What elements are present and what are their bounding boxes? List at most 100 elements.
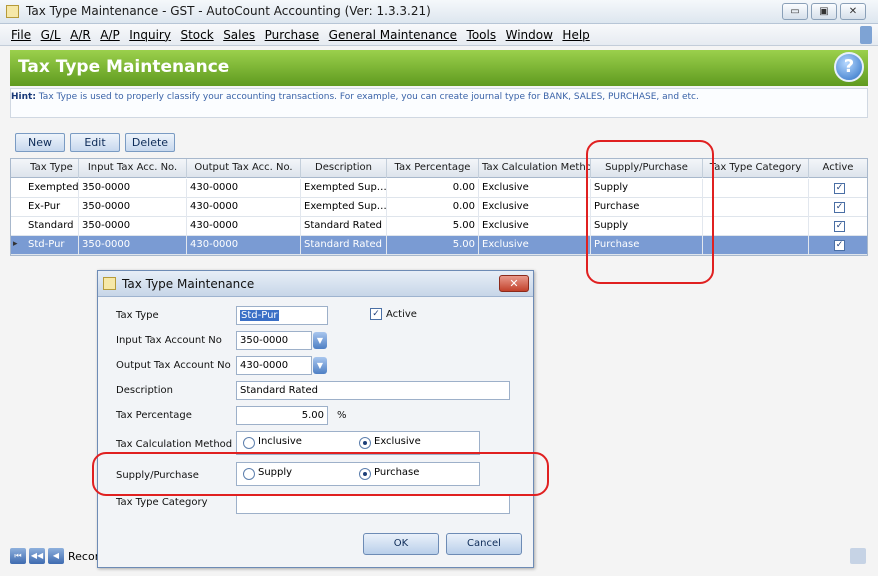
menu-ar[interactable]: A/R <box>67 25 94 45</box>
percent-unit: % <box>337 410 347 421</box>
minimize-button[interactable]: ▭ <box>782 3 808 20</box>
new-button[interactable]: New <box>15 133 65 152</box>
menu-sales[interactable]: Sales <box>220 25 258 45</box>
column-header-tax-type-category[interactable]: Tax Type Category <box>703 159 809 178</box>
column-header-input-acc[interactable]: Input Tax Acc. No. <box>79 159 187 178</box>
row-indicator-icon: ▸ <box>13 239 18 249</box>
cell-output-acc: 430-0000 <box>187 236 301 255</box>
dialog-title-bar: Tax Type Maintenance ✕ <box>98 271 533 297</box>
column-header-tax-calc-method[interactable]: Tax Calculation Method <box>479 159 591 178</box>
cell-description: Standard Rated <box>301 217 387 236</box>
window-title-bar: Tax Type Maintenance - GST - AutoCount A… <box>0 0 878 24</box>
menu-tools[interactable]: Tools <box>464 25 500 45</box>
cancel-button[interactable]: Cancel <box>446 533 522 555</box>
table-row[interactable]: Standard 350-0000 430-0000 Standard Rate… <box>11 217 867 236</box>
tax-type-field[interactable]: Std-Pur <box>236 306 328 325</box>
column-header-output-acc[interactable]: Output Tax Acc. No. <box>187 159 301 178</box>
cell-description: Standard Rated <box>301 236 387 255</box>
output-acc-dropdown-icon[interactable]: ▼ <box>313 357 327 374</box>
tax-type-category-field[interactable] <box>236 495 510 514</box>
app-icon <box>6 5 19 18</box>
supply-purchase-dialog-highlight <box>92 452 549 496</box>
menu-inquiry[interactable]: Inquiry <box>126 25 174 45</box>
cell-input-acc: 350-0000 <box>79 236 187 255</box>
active-label: Active <box>386 309 417 320</box>
column-header-tax-type[interactable]: Tax Type <box>25 159 79 178</box>
dialog-close-button[interactable]: ✕ <box>499 275 529 292</box>
hint-bar: Hint: Tax Type is used to properly class… <box>10 88 868 118</box>
cell-input-acc: 350-0000 <box>79 217 187 236</box>
inclusive-radio[interactable] <box>243 437 255 449</box>
cell-tax-percentage: 0.00 <box>387 198 479 217</box>
output-acc-field[interactable]: 430-0000 <box>236 356 312 375</box>
cell-output-acc: 430-0000 <box>187 217 301 236</box>
active-checkbox[interactable]: ✓ <box>370 308 382 320</box>
input-acc-label: Input Tax Account No <box>116 335 222 346</box>
cell-tax-type-category <box>703 198 809 217</box>
window-title: Tax Type Maintenance - GST - AutoCount A… <box>26 4 431 18</box>
menu-ap[interactable]: A/P <box>97 25 123 45</box>
supply-purchase-column-highlight <box>586 140 714 284</box>
cell-output-acc: 430-0000 <box>187 179 301 198</box>
menu-purchase[interactable]: Purchase <box>262 25 323 45</box>
cell-input-acc: 350-0000 <box>79 198 187 217</box>
tax-percentage-field[interactable]: 5.00 <box>236 406 328 425</box>
input-acc-field[interactable]: 350-0000 <box>236 331 312 350</box>
table-row[interactable]: Exempted 350-0000 430-0000 Exempted Sup…… <box>11 179 867 198</box>
first-record-icon[interactable]: ⏮ <box>10 548 26 564</box>
tax-calc-method-label: Tax Calculation Method <box>116 439 233 450</box>
cell-tax-type: Std-Pur <box>25 236 79 255</box>
input-acc-dropdown-icon[interactable]: ▼ <box>313 332 327 349</box>
cell-tax-calc-method: Exclusive <box>479 236 591 255</box>
tax-type-value: Std-Pur <box>240 310 279 321</box>
menu-file[interactable]: File <box>8 25 34 45</box>
active-checkbox[interactable]: ✓ <box>834 202 845 213</box>
prev-record-icon[interactable]: ◀ <box>48 548 64 564</box>
menu-gl[interactable]: G/L <box>38 25 64 45</box>
cell-output-acc: 430-0000 <box>187 198 301 217</box>
cell-description: Exempted Sup… <box>301 179 387 198</box>
close-window-button[interactable]: ✕ <box>840 3 866 20</box>
cell-tax-percentage: 5.00 <box>387 217 479 236</box>
active-checkbox[interactable]: ✓ <box>834 240 845 251</box>
grid-header: Tax Type Input Tax Acc. No. Output Tax A… <box>11 159 867 178</box>
exclusive-radio[interactable] <box>359 437 371 449</box>
cell-tax-type-category <box>703 179 809 198</box>
exclusive-label: Exclusive <box>374 436 421 447</box>
cell-description: Exempted Sup… <box>301 198 387 217</box>
description-field[interactable]: Standard Rated <box>236 381 510 400</box>
column-header-description[interactable]: Description <box>301 159 387 178</box>
menu-help[interactable]: Help <box>559 25 592 45</box>
inclusive-label: Inclusive <box>258 436 302 447</box>
table-row[interactable]: Ex-Pur 350-0000 430-0000 Exempted Sup… 0… <box>11 198 867 217</box>
cell-tax-percentage: 0.00 <box>387 179 479 198</box>
cell-tax-type: Ex-Pur <box>25 198 79 217</box>
prev-page-icon[interactable]: ◀◀ <box>29 548 45 564</box>
tax-type-grid: Tax Type Input Tax Acc. No. Output Tax A… <box>10 158 868 256</box>
navigator-end-button[interactable] <box>850 548 866 564</box>
table-row-selected[interactable]: ▸ Std-Pur 350-0000 430-0000 Standard Rat… <box>11 236 867 255</box>
dialog-title: Tax Type Maintenance <box>122 277 255 291</box>
cell-tax-calc-method: Exclusive <box>479 217 591 236</box>
cell-tax-type: Standard <box>25 217 79 236</box>
menu-stock[interactable]: Stock <box>177 25 216 45</box>
column-header-active[interactable]: Active <box>809 159 867 178</box>
edit-button[interactable]: Edit <box>70 133 120 152</box>
hint-prefix: Hint: <box>11 92 36 102</box>
output-acc-label: Output Tax Account No <box>116 360 231 371</box>
help-icon[interactable]: ? <box>834 52 864 82</box>
tax-type-dialog: Tax Type Maintenance ✕ Tax Type Std-Pur … <box>97 270 534 568</box>
menu-scroll-tab[interactable] <box>860 26 872 44</box>
restore-button[interactable]: ▣ <box>811 3 837 20</box>
cell-tax-type-category <box>703 217 809 236</box>
active-checkbox[interactable]: ✓ <box>834 183 845 194</box>
active-checkbox[interactable]: ✓ <box>834 221 845 232</box>
menu-general-maintenance[interactable]: General Maintenance <box>326 25 460 45</box>
cell-input-acc: 350-0000 <box>79 179 187 198</box>
ok-button[interactable]: OK <box>363 533 439 555</box>
menu-window[interactable]: Window <box>503 25 556 45</box>
tax-type-label: Tax Type <box>116 310 159 321</box>
page-header: Tax Type Maintenance ? <box>10 50 868 86</box>
delete-button[interactable]: Delete <box>125 133 175 152</box>
column-header-tax-percentage[interactable]: Tax Percentage <box>387 159 479 178</box>
